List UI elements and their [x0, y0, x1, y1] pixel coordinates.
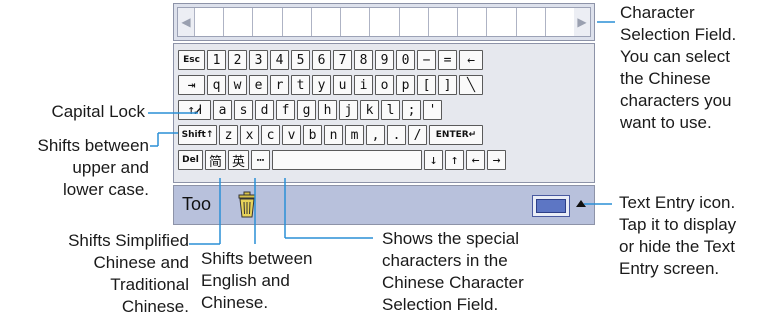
callout-line: You can select	[620, 47, 730, 66]
callout-simplified: Shifts Simplified Chinese and Traditiona…	[68, 230, 189, 318]
callout-line: Entry screen.	[619, 259, 720, 278]
callout-line: characters in the	[382, 251, 508, 270]
callout-shift-case: Shifts between upper and lower case.	[37, 135, 149, 201]
callout-line: Selection Field.	[620, 25, 737, 44]
callout-line: English and	[201, 271, 290, 290]
callout-line: or hide the Text	[619, 237, 735, 256]
callout-line: lower case.	[63, 180, 149, 199]
callout-line: Shifts between	[37, 136, 149, 155]
callout-line: the Chinese	[620, 69, 711, 88]
callout-line: Chinese Character	[382, 273, 524, 292]
callout-english-chinese: Shifts between English and Chinese.	[201, 248, 313, 314]
callout-line: Chinese and	[93, 253, 189, 272]
callout-line: Text Entry icon.	[619, 193, 736, 212]
callout-line: Chinese.	[121, 297, 189, 316]
callout-text-entry: Text Entry icon. Tap it to display or hi…	[619, 192, 736, 280]
callout-line: Traditional	[110, 275, 189, 294]
callout-line: Character	[620, 3, 695, 22]
callout-line: Tap it to display	[619, 215, 737, 234]
callout-char-field: Character Selection Field. You can selec…	[620, 2, 736, 134]
callout-special-chars: Shows the special characters in the Chin…	[382, 228, 524, 316]
callout-line: Selection Field.	[382, 295, 499, 314]
callout-line: want to use.	[620, 113, 712, 132]
callout-capital-lock: Capital Lock	[51, 101, 145, 123]
callout-line: Chinese.	[201, 293, 269, 312]
callout-line: Capital Lock	[51, 102, 145, 121]
callout-line: Shifts Simplified	[68, 231, 189, 250]
callout-line: Shifts between	[201, 249, 313, 268]
callout-line: characters you	[620, 91, 732, 110]
callout-line: Shows the special	[382, 229, 520, 248]
callout-line: upper and	[72, 158, 149, 177]
